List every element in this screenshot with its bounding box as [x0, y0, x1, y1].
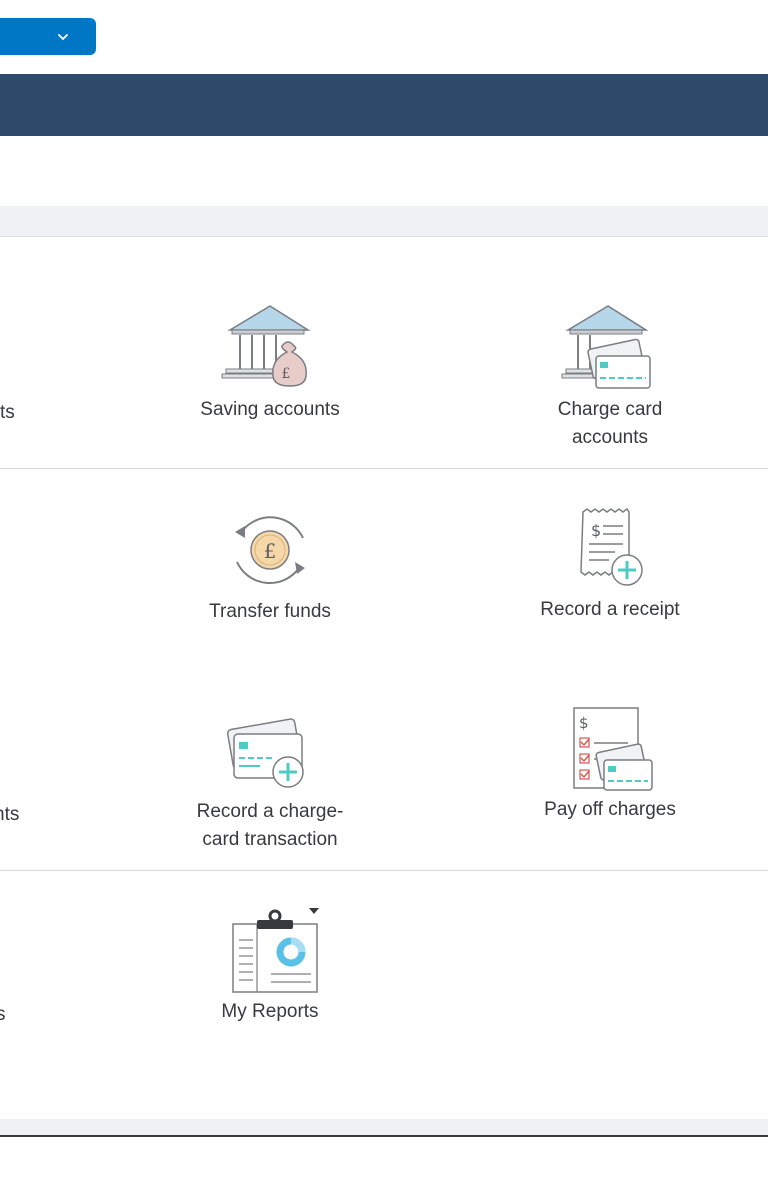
tile-label-line1: Record a charge- [196, 801, 344, 822]
tile-charge-card-accounts[interactable]: Charge card accounts [500, 302, 720, 452]
section-header-band [0, 206, 768, 237]
checklist-card-icon: $ [573, 707, 653, 791]
tile-label-line2: card transaction [202, 829, 338, 850]
tile-label-line2: accounts [571, 427, 649, 448]
tile-label: Saving accounts [200, 399, 340, 420]
footer-divider [0, 1135, 768, 1137]
tile-label-line1: Charge card [557, 399, 663, 420]
transfer-pound-icon: £ [235, 516, 305, 585]
bank-money-bag-icon: £ [221, 305, 311, 387]
svg-text:$: $ [591, 521, 601, 540]
bank-card-icon [561, 305, 651, 389]
edge-label-row3: nts [0, 804, 20, 825]
tile-saving-accounts[interactable]: £ Saving accounts [160, 302, 380, 424]
tile-record-receipt[interactable]: $ Record a receipt [500, 504, 720, 624]
chevron-down-icon [58, 34, 68, 41]
tile-label: Record a receipt [540, 599, 680, 620]
card-add-icon [226, 718, 304, 788]
company-dropdown-button[interactable] [0, 18, 96, 55]
svg-text:£: £ [264, 539, 277, 563]
footer-band [0, 1119, 768, 1135]
edge-label-row4: s [0, 1004, 6, 1025]
row-divider [0, 468, 768, 469]
edge-label-row1: ts [0, 402, 15, 423]
caret-down-icon [309, 908, 319, 914]
tile-label: Pay off charges [544, 799, 676, 820]
svg-text:$: $ [579, 714, 589, 732]
svg-text:£: £ [282, 366, 291, 382]
receipt-add-icon: $ [580, 507, 643, 586]
top-navigation-bar [0, 74, 768, 136]
tile-transfer-funds[interactable]: £ Transfer funds [160, 508, 380, 626]
tile-pay-off-charges[interactable]: $ Pay off charges [500, 704, 720, 824]
clipboard-report-icon [232, 908, 319, 993]
tile-record-charge-card-transaction[interactable]: Record a charge- card transaction [160, 708, 380, 854]
tile-label: Transfer funds [209, 601, 331, 622]
row-divider [0, 870, 768, 871]
tile-label: My Reports [221, 1001, 319, 1022]
tile-my-reports[interactable]: My Reports [160, 906, 380, 1026]
